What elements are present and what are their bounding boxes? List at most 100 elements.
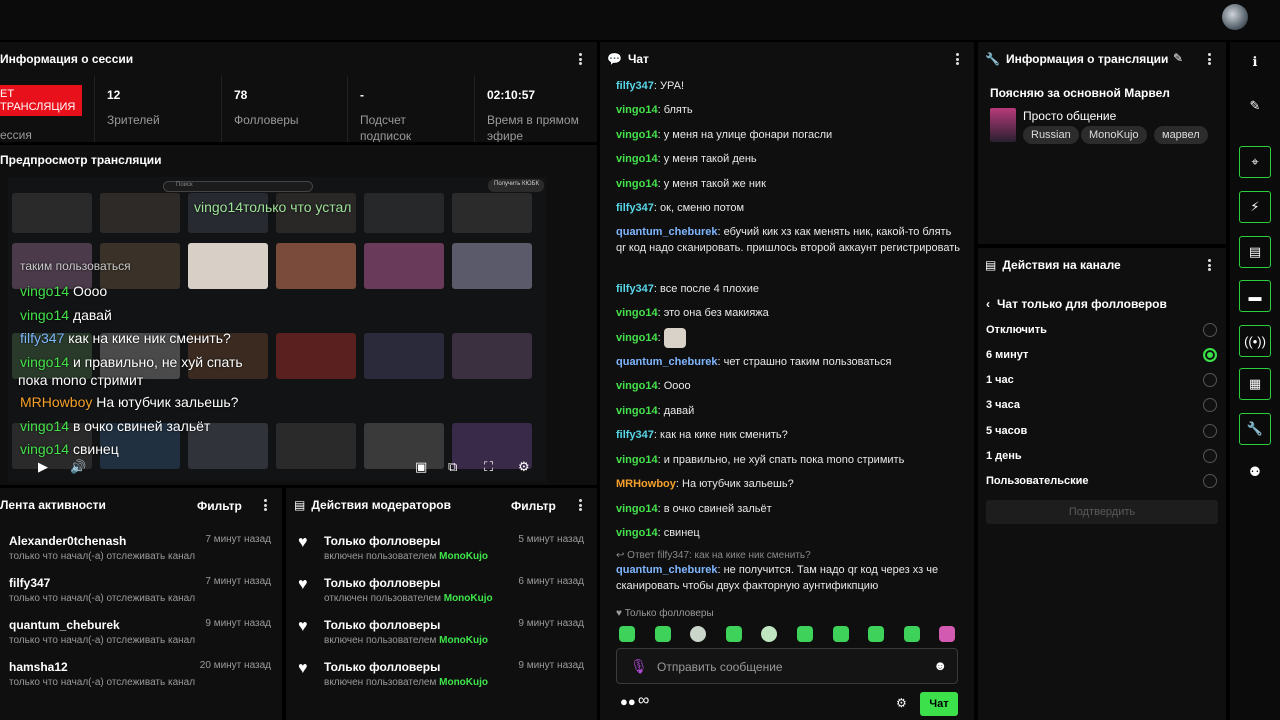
- theater-icon[interactable]: ▣: [415, 459, 427, 475]
- emote-icon[interactable]: [797, 626, 813, 642]
- chat-message: vingo14: у меня на улице фонари погасли: [616, 129, 833, 141]
- radio-button[interactable]: [1203, 449, 1217, 463]
- thumbnail: [364, 193, 444, 233]
- emote-icon[interactable]: [761, 626, 777, 642]
- settings-icon[interactable]: ⚙: [518, 459, 530, 475]
- tag-chip[interactable]: Russian: [1023, 126, 1079, 144]
- chat-menu-icon[interactable]: [956, 53, 960, 65]
- volume-icon[interactable]: 🔊: [70, 459, 86, 475]
- preview-get-button: Получить КЮБК: [488, 179, 544, 192]
- preview-video[interactable]: Поиск Получить КЮБК vingo14только что ус…: [8, 177, 546, 482]
- chat-message: vingo14: блять: [616, 104, 693, 116]
- notes-icon[interactable]: ▤: [1239, 236, 1271, 268]
- stat-followers: 78 Фолловеры: [234, 88, 344, 128]
- follower-option[interactable]: 1 день: [986, 450, 1022, 462]
- video-clips-icon[interactable]: ▦: [1239, 368, 1271, 400]
- emote-icon[interactable]: [655, 626, 671, 642]
- emote-icon[interactable]: [904, 626, 920, 642]
- tag-chip[interactable]: MonoKujo: [1081, 126, 1147, 144]
- info-icon[interactable]: ℹ: [1239, 46, 1271, 78]
- overlay-line: пока mono стримит: [18, 372, 144, 388]
- stat-viewers-label: Зрителей: [107, 113, 160, 127]
- follower-option[interactable]: 3 часа: [986, 399, 1020, 411]
- emote-icon[interactable]: [868, 626, 884, 642]
- channel-actions-menu-icon[interactable]: [1208, 259, 1212, 271]
- fullscreen-icon[interactable]: ⛶: [484, 459, 493, 475]
- emote-icon[interactable]: [833, 626, 849, 642]
- overlay-line: vingo14 давай: [20, 307, 112, 323]
- radio-button[interactable]: [1203, 373, 1217, 387]
- heart-icon: ♥: [298, 534, 308, 551]
- radio-button[interactable]: [1203, 398, 1217, 412]
- chat-message: filfy347: все после 4 плохие: [616, 283, 760, 295]
- radio-button[interactable]: [1203, 323, 1217, 337]
- focus-icon[interactable]: ⌖: [1239, 146, 1271, 178]
- stat-viewers: 12 Зрителей: [107, 88, 217, 128]
- preview-search: Поиск: [163, 181, 313, 192]
- notes-icon: ▤: [294, 498, 306, 512]
- notes-icon: ▤: [985, 258, 997, 272]
- follower-option[interactable]: 5 часов: [986, 425, 1027, 437]
- mod-filter-button[interactable]: Фильтр: [511, 499, 556, 513]
- stat-followers-label: Фолловеры: [234, 113, 299, 127]
- pencil-icon[interactable]: ✎: [1239, 90, 1271, 122]
- confirm-button[interactable]: Подтвердить: [986, 500, 1218, 524]
- app-root: Информация о сессии ЕТ ТРАНСЛЯЦИЯ ессия …: [0, 0, 1280, 720]
- stream-info-panel: 🔧 Информация о трансляции ✎ Поясняю за ос…: [978, 42, 1226, 244]
- session-info-panel: Информация о сессии ЕТ ТРАНСЛЯЦИЯ ессия …: [0, 42, 597, 142]
- chat-message: MRHowboy: На ютубчик зальешь?: [616, 478, 794, 490]
- session-menu-icon[interactable]: [579, 53, 583, 65]
- wrench-icon[interactable]: 🔧: [1239, 413, 1271, 445]
- stream-info-menu-icon[interactable]: [1208, 53, 1212, 65]
- divider: [221, 76, 222, 142]
- broadcast-icon[interactable]: ((•)): [1239, 325, 1271, 357]
- chat-message: vingo14: Оооо: [616, 380, 691, 392]
- tag-chip[interactable]: марвел: [1154, 126, 1208, 144]
- send-chat-button[interactable]: Чат: [920, 692, 958, 716]
- thumbnail: [364, 243, 444, 289]
- people-icon[interactable]: ⚉: [1239, 456, 1271, 488]
- follower-option[interactable]: 6 минут: [986, 349, 1028, 361]
- chat-message: vingo14: это она без макияжа: [616, 307, 769, 319]
- chat-bubble-icon: 💬: [607, 52, 622, 66]
- play-icon[interactable]: ▶: [38, 459, 48, 475]
- radio-button[interactable]: [1203, 474, 1217, 488]
- channel-actions-header: ▤ Действия на канале: [978, 248, 1226, 282]
- emoji-picker-icon[interactable]: ☻: [933, 658, 947, 673]
- chat-bubble-icon[interactable]: ▬: [1239, 280, 1271, 312]
- session-info-title: Информация о сессии: [0, 52, 134, 66]
- emote-icon[interactable]: [726, 626, 742, 642]
- live-status-label: ЕТ ТРАНСЛЯЦИЯ: [0, 88, 76, 113]
- thumbnail: [452, 243, 532, 289]
- emote-icon[interactable]: [939, 626, 955, 642]
- chat-settings-icon[interactable]: ⚙: [896, 696, 907, 710]
- mod-actions-menu-icon[interactable]: [579, 499, 583, 511]
- people-icon[interactable]: ●●: [620, 694, 636, 709]
- follower-option[interactable]: 1 час: [986, 374, 1014, 386]
- radio-button[interactable]: [1203, 424, 1217, 438]
- emote-icon[interactable]: [690, 626, 706, 642]
- radio-button-selected[interactable]: [1203, 348, 1217, 362]
- follower-option[interactable]: Пользовательские: [986, 475, 1089, 487]
- live-status-button[interactable]: ЕТ ТРАНСЛЯЦИЯ: [0, 85, 82, 116]
- divider: [94, 76, 95, 142]
- emote-icon[interactable]: [619, 626, 635, 642]
- back-button[interactable]: ‹ Чат только для фолловеров: [986, 297, 1167, 311]
- stream-title: Поясняю за основной Марвел: [990, 86, 1170, 100]
- pip-icon[interactable]: ⧉: [448, 459, 457, 475]
- bolt-icon[interactable]: ⚡: [1239, 191, 1271, 223]
- user-avatar[interactable]: [1222, 4, 1248, 30]
- chat-input[interactable]: 🎙 Отправить сообщение ☻: [616, 648, 958, 684]
- microphone-icon[interactable]: 🎙: [630, 658, 648, 675]
- stat-followers-value: 78: [234, 88, 248, 102]
- category-thumbnail: [990, 108, 1016, 142]
- follower-option[interactable]: Отключить: [986, 324, 1047, 336]
- activity-filter-button[interactable]: Фильтр: [197, 499, 242, 513]
- thumbnail: [452, 333, 532, 379]
- stat-subs: - Подсчет подписок: [360, 88, 460, 142]
- edit-icon[interactable]: ✎: [1173, 51, 1183, 65]
- chat-title: Чат: [627, 52, 649, 66]
- chat-message: vingo14: у меня такой день: [616, 153, 757, 165]
- activity-menu-icon[interactable]: [264, 499, 268, 511]
- chat-message: vingo14:: [616, 328, 961, 348]
